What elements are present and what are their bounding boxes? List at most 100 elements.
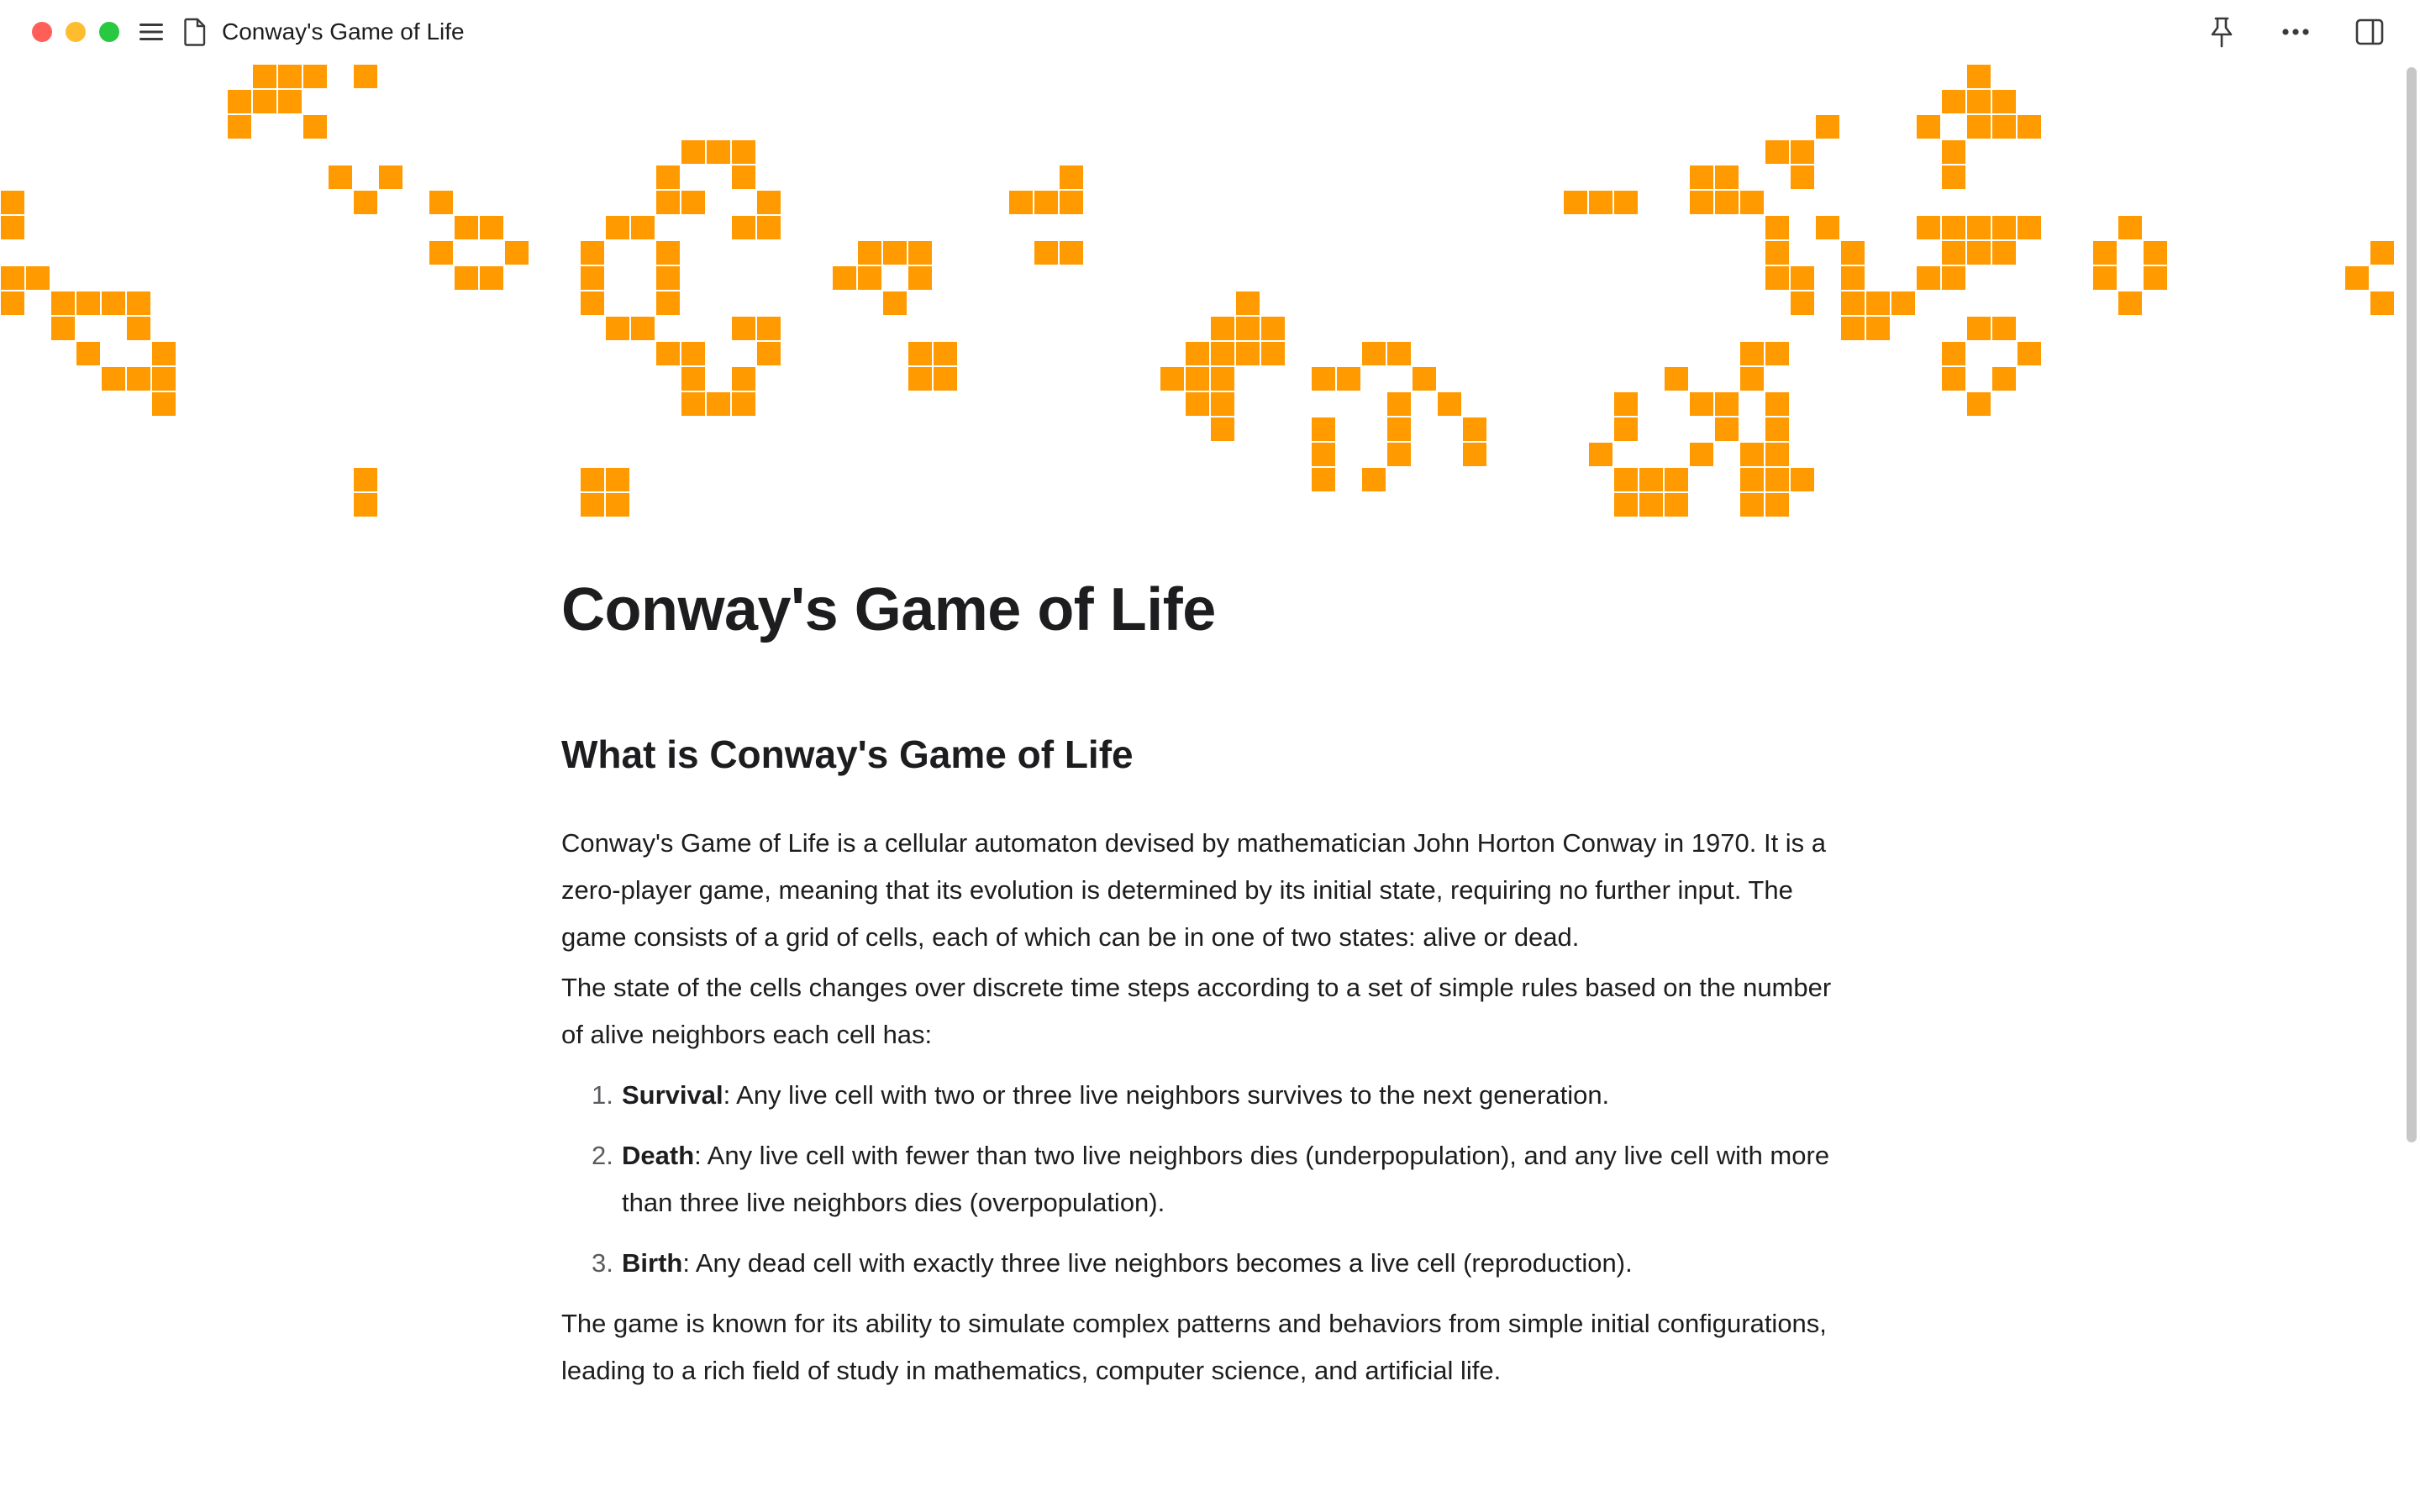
life-cell — [1690, 443, 1713, 466]
life-cell — [681, 392, 705, 416]
life-cell — [1665, 367, 1688, 391]
life-cell — [1917, 216, 1940, 239]
list-number: 1. — [592, 1080, 613, 1110]
life-cell — [1942, 342, 1965, 365]
life-cell — [1765, 216, 1789, 239]
life-cell — [1312, 443, 1335, 466]
life-cell — [26, 266, 50, 290]
life-cell — [1665, 493, 1688, 517]
life-cell — [1211, 417, 1234, 441]
life-cell — [681, 367, 705, 391]
page-title: Conway's Game of Life — [561, 576, 1216, 643]
life-cell — [1, 291, 24, 315]
life-cell — [1942, 367, 1965, 391]
life-cell — [354, 468, 377, 491]
life-cell — [51, 317, 75, 340]
life-cell — [2018, 216, 2041, 239]
minimize-window-button[interactable] — [66, 22, 86, 42]
life-cell — [1236, 291, 1260, 315]
life-cell — [2018, 342, 2041, 365]
close-window-button[interactable] — [32, 22, 52, 42]
life-cell — [656, 241, 680, 265]
zoom-window-button[interactable] — [99, 22, 119, 42]
life-cell — [1791, 266, 1814, 290]
life-cell — [127, 367, 150, 391]
life-cell — [1967, 216, 1991, 239]
life-cell — [631, 317, 655, 340]
life-cell — [1060, 241, 1083, 265]
life-cell — [757, 216, 781, 239]
life-cell — [1261, 342, 1285, 365]
life-cell — [2370, 291, 2394, 315]
pin-icon[interactable] — [2205, 15, 2238, 49]
game-of-life-banner — [0, 64, 2403, 524]
life-cell — [1841, 266, 1865, 290]
sidebar-toggle-icon[interactable] — [2353, 15, 2386, 49]
life-cell — [1337, 367, 1360, 391]
life-cell — [1639, 493, 1663, 517]
life-cell — [152, 342, 176, 365]
life-cell — [1690, 165, 1713, 189]
life-cell — [1765, 241, 1789, 265]
life-cell — [1967, 90, 1991, 113]
life-cell — [1186, 392, 1209, 416]
life-cell — [1765, 392, 1789, 416]
life-cell — [1413, 367, 1436, 391]
life-cell — [1791, 291, 1814, 315]
life-cell — [1866, 317, 1890, 340]
rule-text: : Any live cell with two or three live n… — [723, 1080, 1610, 1110]
life-cell — [581, 291, 604, 315]
life-cell — [581, 241, 604, 265]
rule-text: : Any dead cell with exactly three live … — [682, 1248, 1633, 1278]
life-cell — [1, 191, 24, 214]
life-cell — [1211, 317, 1234, 340]
life-cell — [1740, 493, 1764, 517]
hamburger-menu-icon[interactable] — [134, 15, 168, 49]
rules-list: 1. Survival: Any live cell with two or th… — [561, 1072, 1839, 1287]
life-cell — [1765, 417, 1789, 441]
life-cell — [1992, 367, 2016, 391]
more-options-icon[interactable] — [2279, 15, 2312, 49]
life-cell — [1589, 443, 1612, 466]
life-cell — [2118, 216, 2142, 239]
life-cell — [908, 266, 932, 290]
life-cell — [1967, 65, 1991, 88]
life-cell — [1765, 342, 1789, 365]
life-cell — [1942, 140, 1965, 164]
life-cell — [681, 140, 705, 164]
rule-text: : Any live cell with fewer than two live… — [622, 1141, 1830, 1217]
life-cell — [1261, 317, 1285, 340]
life-cell — [228, 90, 251, 113]
life-cell — [1942, 241, 1965, 265]
life-cell — [354, 493, 377, 517]
life-cell — [631, 216, 655, 239]
life-cell — [732, 392, 755, 416]
life-cell — [2370, 241, 2394, 265]
life-cell — [1614, 493, 1638, 517]
life-cell — [732, 165, 755, 189]
life-cell — [1060, 165, 1083, 189]
life-cell — [51, 291, 75, 315]
life-cell — [1715, 392, 1739, 416]
life-cell — [354, 65, 377, 88]
life-cell — [732, 367, 755, 391]
life-cell — [1690, 191, 1713, 214]
rule-term: Birth — [622, 1248, 683, 1278]
life-cell — [1614, 417, 1638, 441]
life-cell — [76, 342, 100, 365]
life-cell — [480, 216, 503, 239]
life-cell — [833, 266, 856, 290]
life-cell — [606, 468, 629, 491]
life-cell — [732, 140, 755, 164]
life-cell — [732, 317, 755, 340]
life-cell — [1740, 367, 1764, 391]
life-cell — [1034, 191, 1058, 214]
life-cell — [1791, 140, 1814, 164]
life-cell — [1186, 342, 1209, 365]
life-cell — [102, 291, 125, 315]
vertical-scrollbar[interactable] — [2407, 67, 2417, 1142]
life-cell — [455, 216, 478, 239]
life-cell — [757, 191, 781, 214]
life-cell — [1312, 367, 1335, 391]
life-cell — [1211, 367, 1234, 391]
